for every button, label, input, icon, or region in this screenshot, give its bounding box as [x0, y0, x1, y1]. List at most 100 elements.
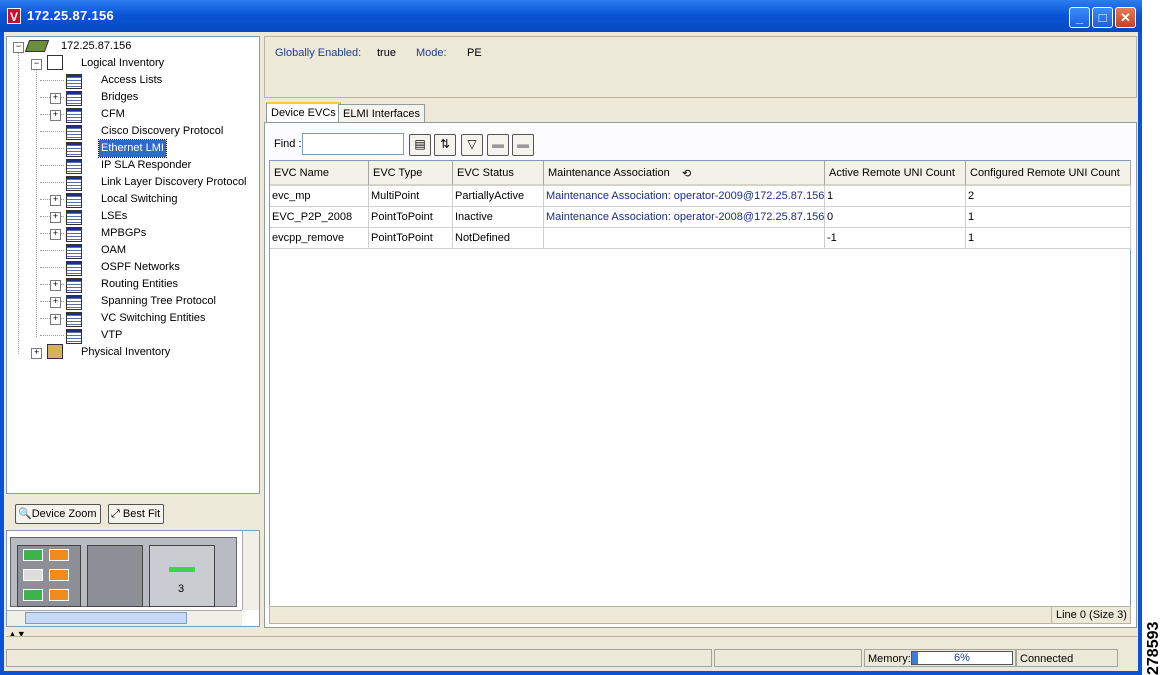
logical-inventory-collapse-toggle[interactable]: −: [31, 59, 42, 70]
print-icon[interactable]: ▬: [512, 134, 534, 156]
port-module-icon: [23, 589, 43, 601]
table-node-icon: [66, 210, 82, 225]
device-zoom-button[interactable]: 🔍Device Zoom: [15, 504, 101, 524]
refresh-sort-icon[interactable]: ⟲: [682, 167, 691, 180]
find-input[interactable]: [302, 133, 404, 155]
table-node-icon: [66, 261, 82, 276]
title-bar[interactable]: [0, 0, 1142, 32]
table-cell: NotDefined: [453, 228, 544, 249]
tree-item-access-lists[interactable]: Access Lists: [99, 72, 164, 89]
tree-expand-toggle[interactable]: +: [50, 297, 61, 308]
column-header[interactable]: EVC Status: [453, 161, 544, 186]
tree-expand-toggle[interactable]: +: [50, 93, 61, 104]
tree-item-cfm[interactable]: CFM: [99, 106, 127, 123]
table-cell[interactable]: Maintenance Association: operator-2009@1…: [544, 186, 825, 207]
connection-status: Connected: [1016, 649, 1118, 667]
table-cell: 1: [966, 228, 1131, 249]
tree-item-routing-entities[interactable]: Routing Entities: [99, 276, 180, 293]
best-fit-button[interactable]: ⤢ Best Fit: [108, 504, 165, 524]
column-header[interactable]: Configured Remote UNI Count: [966, 161, 1131, 186]
table-node-icon: [66, 176, 82, 191]
maximize-button[interactable]: □: [1092, 7, 1113, 28]
memory-label: Memory:: [868, 653, 911, 665]
table-cell: 0: [825, 207, 966, 228]
table-node-icon: [66, 108, 82, 123]
tree-root-label[interactable]: 172.25.87.156: [61, 38, 131, 55]
tree-expand-toggle[interactable]: +: [50, 195, 61, 206]
tree-expand-toggle[interactable]: +: [50, 110, 61, 121]
tree-expand-toggle[interactable]: +: [50, 212, 61, 223]
table-node-icon: [66, 244, 82, 259]
tree-item-vc-switching-entities[interactable]: VC Switching Entities: [99, 310, 208, 327]
table-node-icon: [66, 329, 82, 344]
table-cell: PartiallyActive: [453, 186, 544, 207]
tree-item-ethernet-lmi[interactable]: Ethernet LMI: [98, 139, 167, 158]
tree-item-oam[interactable]: OAM: [99, 242, 128, 259]
magnifier-icon: 🔍: [18, 508, 32, 520]
thumbnail-scroll-thumb[interactable]: [25, 612, 187, 624]
status-led: [169, 567, 195, 572]
slot-number: 3: [178, 583, 185, 595]
column-header[interactable]: EVC Name: [270, 161, 369, 186]
elmi-info-panel: Globally Enabled: true Mode: PE: [264, 36, 1137, 98]
column-header[interactable]: Active Remote UNI Count: [825, 161, 966, 186]
table-cell: 1: [966, 207, 1131, 228]
table-cell[interactable]: Maintenance Association: operator-2008@1…: [544, 207, 825, 228]
tree-expand-toggle[interactable]: +: [50, 280, 61, 291]
mode-label: Mode:: [416, 47, 447, 59]
filter-icon[interactable]: ▽: [461, 134, 483, 156]
tree-item-bridges[interactable]: Bridges: [99, 89, 140, 106]
device-icon: [24, 40, 50, 52]
close-button[interactable]: ✕: [1115, 7, 1136, 28]
thumbnail-vertical-scrollbar[interactable]: [242, 531, 259, 610]
memory-value: 6%: [954, 652, 970, 664]
tree-expand-toggle[interactable]: +: [50, 314, 61, 325]
table-line-count: Line 0 (Size 3): [1056, 609, 1127, 621]
table-node-icon: [66, 278, 82, 293]
tree-item-vtp[interactable]: VTP: [99, 327, 124, 344]
tree-item-ospf-networks[interactable]: OSPF Networks: [99, 259, 182, 276]
tree-item-local-switching[interactable]: Local Switching: [99, 191, 179, 208]
table-cell: PointToPoint: [369, 207, 453, 228]
tree-item-link-layer-discovery-protocol[interactable]: Link Layer Discovery Protocol: [99, 174, 249, 191]
minimize-button[interactable]: _: [1069, 7, 1090, 28]
device-zoom-label: Device Zoom: [31, 508, 97, 520]
tree-expand-toggle[interactable]: +: [50, 229, 61, 240]
fit-icon: ⤢: [111, 508, 120, 520]
status-bar: Memory: 6% Connected: [4, 646, 1138, 670]
table-cell: MultiPoint: [369, 186, 453, 207]
tree-logical-inventory[interactable]: Logical Inventory: [81, 55, 164, 72]
inventory-tree[interactable]: − 172.25.87.156 − Logical Inventory Acce…: [6, 36, 260, 494]
tree-item-spanning-tree-protocol[interactable]: Spanning Tree Protocol: [99, 293, 218, 310]
device-thumbnail[interactable]: 3: [6, 530, 260, 627]
column-header[interactable]: EVC Type: [369, 161, 453, 186]
globally-enabled-value: true: [377, 47, 396, 59]
table-cell: [544, 228, 825, 249]
tab-elmi-interfaces[interactable]: ELMI Interfaces: [338, 104, 426, 124]
memory-progress: 6%: [911, 651, 1013, 665]
tab-strip: Device EVCs ELMI Interfaces: [264, 102, 1137, 125]
tree-item-ip-sla-responder[interactable]: IP SLA Responder: [99, 157, 193, 174]
sort-icon[interactable]: ⇅: [434, 134, 456, 156]
tree-item-mpbgps[interactable]: MPBGPs: [99, 225, 148, 242]
table-cell: 2: [966, 186, 1131, 207]
tree-item-lses[interactable]: LSEs: [99, 208, 129, 225]
port-module-icon: [23, 549, 43, 561]
mode-value: PE: [467, 47, 482, 59]
zoom-toolbar: 🔍Device Zoom ⤢ Best Fit: [6, 499, 260, 529]
root-collapse-toggle[interactable]: −: [13, 42, 24, 53]
window-title: 172.25.87.156: [27, 8, 115, 23]
globally-enabled-label: Globally Enabled:: [275, 47, 362, 59]
device-evcs-table[interactable]: EVC Name EVC Type EVC Status Maintenance As…: [269, 160, 1131, 607]
horizontal-splitter[interactable]: [6, 636, 1137, 640]
table-node-icon: [66, 295, 82, 310]
figure-number-text: 278593: [1145, 621, 1162, 675]
tree-item-cisco-discovery-protocol[interactable]: Cisco Discovery Protocol: [99, 123, 225, 140]
export-icon[interactable]: ▬: [487, 134, 509, 156]
line-card-slot: [149, 545, 215, 607]
find-next-icon[interactable]: ▤: [409, 134, 431, 156]
physical-inventory-expand-toggle[interactable]: +: [31, 348, 42, 359]
table-cell: evc_mp: [270, 186, 369, 207]
port-module-icon: [23, 569, 43, 581]
tree-physical-inventory[interactable]: Physical Inventory: [81, 344, 170, 361]
